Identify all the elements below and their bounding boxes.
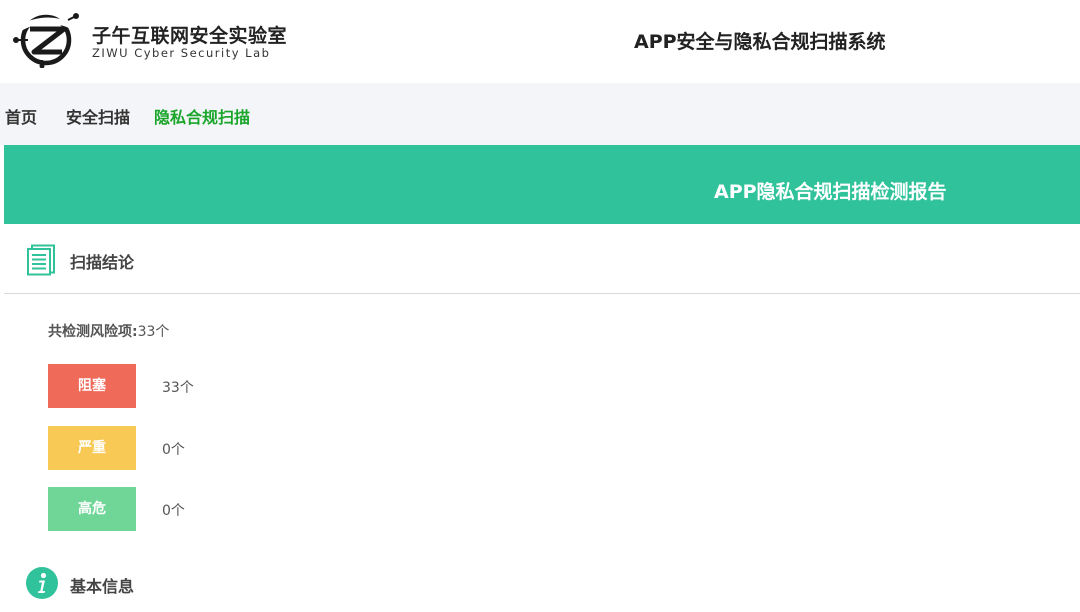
risk-badge-blocking[interactable]: 阻塞 xyxy=(48,364,136,408)
total-risk-label: 共检测风险项: xyxy=(48,324,138,340)
risk-badge-critical[interactable]: 严重 xyxy=(48,426,136,470)
conclusion-heading: 扫描结论 xyxy=(70,253,135,272)
main-nav: 首页 安全扫描 隐私合规扫描 xyxy=(0,83,1080,145)
system-title: APP安全与隐私合规扫描系统 xyxy=(634,31,886,53)
risk-row-high: 高危 0个 xyxy=(48,487,348,531)
lab-name-en: ZIWU Cyber Security Lab xyxy=(92,46,271,60)
conclusion-section-header: 扫描结论 xyxy=(4,224,1080,294)
ziwu-logo-icon xyxy=(13,13,79,68)
risk-count-high: 0个 xyxy=(162,503,185,519)
section-divider xyxy=(4,293,1080,294)
basic-info-heading: 基本信息 xyxy=(70,577,135,596)
nav-item-privacy-scan[interactable]: 隐私合规扫描 xyxy=(154,104,250,128)
risk-count-blocking: 33个 xyxy=(162,380,194,396)
nav-item-home[interactable]: 首页 xyxy=(5,104,37,128)
risk-row-blocking: 阻塞 33个 xyxy=(48,364,348,408)
document-list-icon xyxy=(27,244,55,276)
basic-info-section-header: 基本信息 xyxy=(4,548,1080,612)
lab-name-cn: 子午互联网安全实验室 xyxy=(92,25,288,47)
total-risk-value: 33个 xyxy=(137,324,170,340)
header: 子午互联网安全实验室 ZIWU Cyber Security Lab APP安全… xyxy=(0,0,1080,83)
nav-item-security-scan[interactable]: 安全扫描 xyxy=(66,104,130,128)
report-title: APP隐私合规扫描检测报告 xyxy=(714,181,947,203)
risk-row-critical: 严重 0个 xyxy=(48,426,348,470)
total-risk-summary: 共检测风险项:33个 xyxy=(48,321,169,341)
risk-badge-high[interactable]: 高危 xyxy=(48,487,136,531)
lab-logo[interactable]: 子午互联网安全实验室 ZIWU Cyber Security Lab xyxy=(12,12,287,70)
info-circle-icon xyxy=(26,567,58,599)
risk-count-critical: 0个 xyxy=(162,442,185,458)
report-banner: APP隐私合规扫描检测报告 xyxy=(4,145,1080,224)
